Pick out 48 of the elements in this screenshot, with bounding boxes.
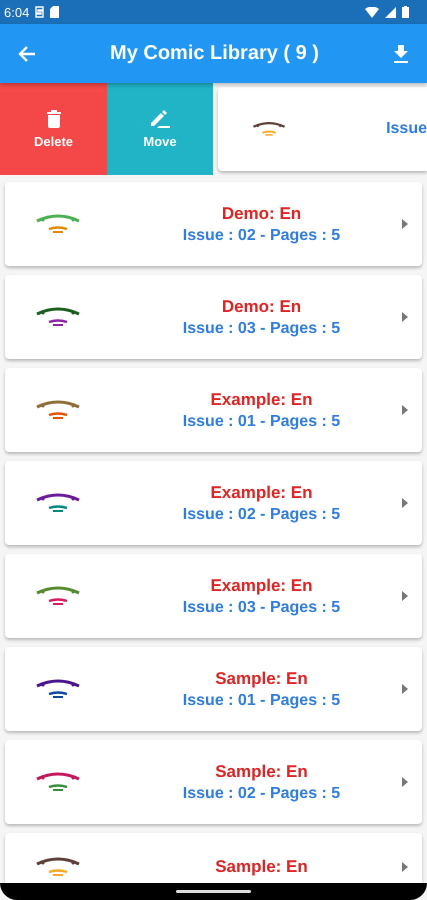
- comic-card[interactable]: Sample: En Issue : 02 - Pages : 5: [5, 740, 422, 824]
- comic-card[interactable]: Demo: En Issue : 02 - Pages : 5: [5, 182, 422, 266]
- comic-title: Sample: En: [215, 762, 308, 782]
- comic-title: Sample: En: [215, 668, 308, 688]
- comic-card[interactable]: Example: En Issue : 01 - Pages : 5: [5, 368, 422, 452]
- comic-subtitle: Issue : 02 - Pages : 5: [182, 506, 340, 524]
- comic-title: Example: En: [210, 576, 313, 596]
- comic-card[interactable]: Issue: [218, 87, 427, 171]
- comic-subtitle: Issue : 03 - Pages : 5: [182, 320, 340, 338]
- sd-card-icon: [50, 6, 60, 18]
- signal-icon: [385, 6, 396, 18]
- app-title: My Comic Library ( 9 ): [109, 42, 320, 65]
- chevron-right-icon: [402, 498, 408, 508]
- pencil-icon: [149, 110, 171, 128]
- notification-icon: [35, 6, 44, 18]
- comic-subtitle: Issue : 01 - Pages : 5: [182, 412, 340, 430]
- arrow-left-icon: [18, 44, 36, 62]
- trash-icon: [46, 110, 60, 128]
- home-handle[interactable]: [176, 890, 251, 893]
- chevron-right-icon: [402, 219, 408, 229]
- download-button[interactable]: [391, 42, 411, 64]
- comic-title: Example: En: [210, 390, 313, 410]
- wifi-icon: [365, 6, 379, 18]
- comic-card[interactable]: Example: En Issue : 02 - Pages : 5: [5, 461, 422, 545]
- comic-card[interactable]: Sample: En: [5, 833, 422, 883]
- comic-card[interactable]: Demo: En Issue : 03 - Pages : 5: [5, 275, 422, 359]
- comic-subtitle: Issue : 02 - Pages : 5: [182, 784, 340, 802]
- comic-title: Demo: En: [222, 204, 302, 224]
- comic-subtitle: Issue : 02 - Pages : 5: [182, 226, 340, 244]
- comic-title: Sample: En: [215, 857, 308, 877]
- chevron-right-icon: [402, 405, 408, 415]
- comic-card[interactable]: Sample: En Issue : 01 - Pages : 5: [5, 647, 422, 731]
- chevron-right-icon: [402, 312, 408, 322]
- status-time: 6:04: [4, 4, 30, 20]
- battery-icon: [402, 6, 409, 18]
- download-icon: [393, 44, 409, 62]
- comic-subtitle: Issue : 01 - Pages : 5: [182, 692, 340, 710]
- chevron-right-icon: [402, 591, 408, 601]
- comic-title: Demo: En: [222, 296, 302, 316]
- move-button[interactable]: Move: [107, 83, 213, 175]
- chevron-right-icon: [402, 777, 408, 787]
- delete-button[interactable]: Delete: [0, 83, 107, 175]
- chevron-right-icon: [402, 862, 408, 872]
- comic-subtitle: Issue : 03 - Pages : 5: [182, 598, 340, 616]
- comic-subtitle: Issue: [386, 120, 427, 138]
- chevron-right-icon: [402, 684, 408, 694]
- comic-card[interactable]: Example: En Issue : 03 - Pages : 5: [5, 554, 422, 638]
- comic-title: Example: En: [210, 482, 313, 502]
